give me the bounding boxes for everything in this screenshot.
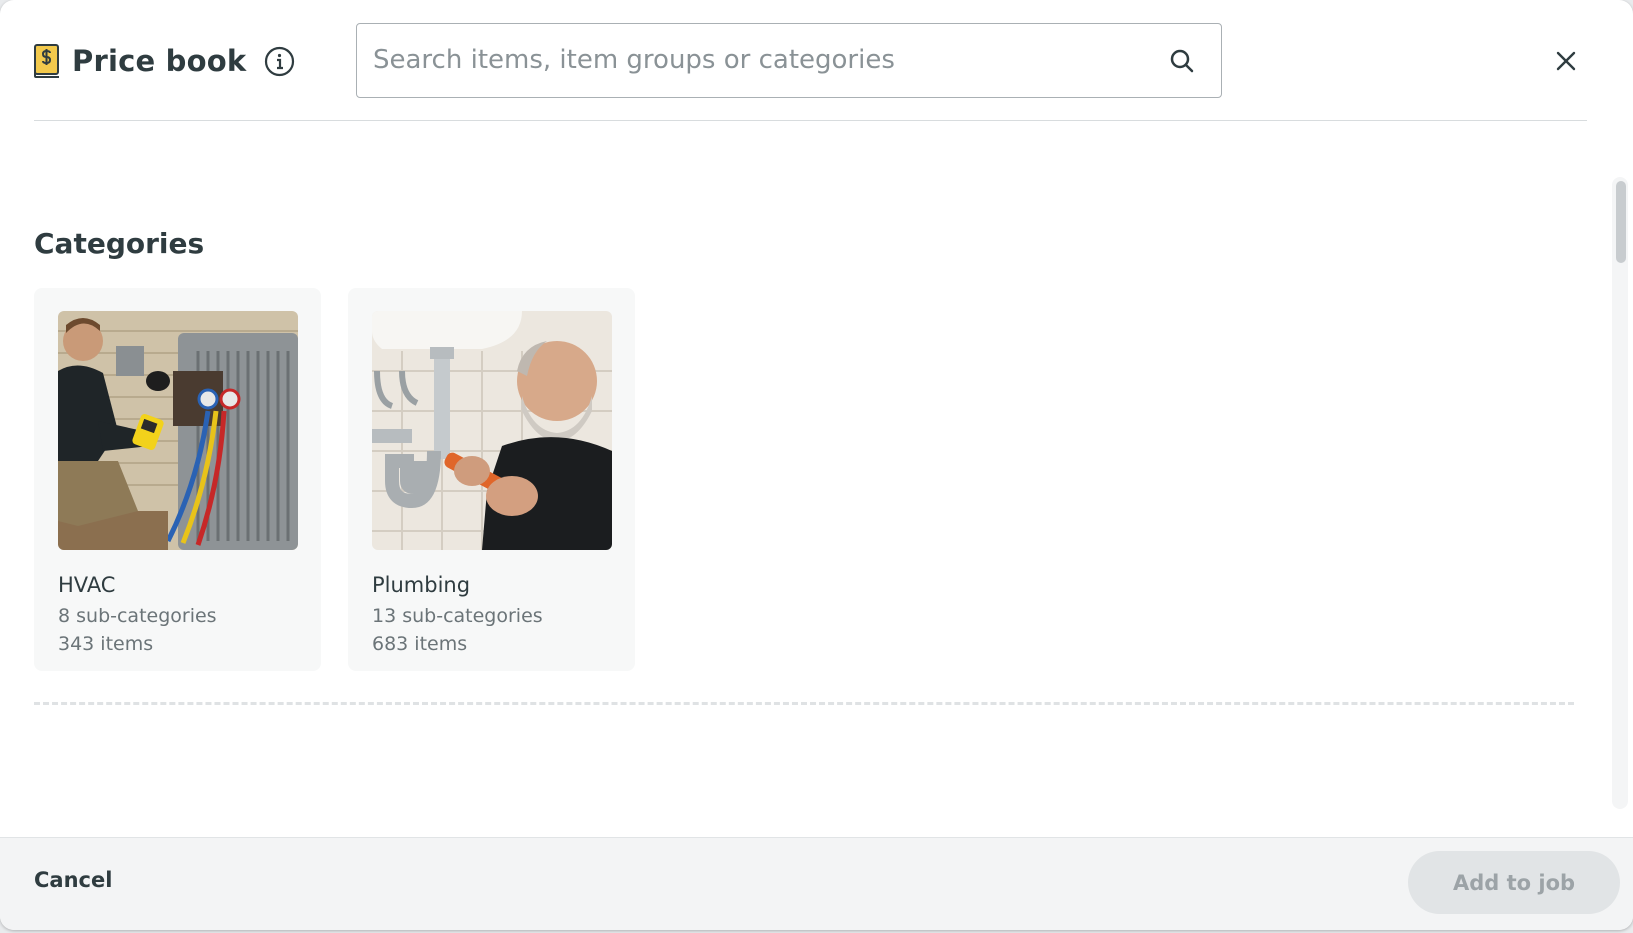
category-card-plumbing[interactable]: Plumbing 13 sub-categories 683 items (348, 288, 635, 671)
price-book-modal: Price book Categories (0, 0, 1633, 930)
add-to-job-button[interactable]: Add to job (1408, 851, 1620, 914)
info-icon[interactable] (264, 46, 295, 77)
search-box (356, 23, 1222, 98)
scrollbar-track[interactable] (1612, 177, 1628, 809)
page-title: Price book (72, 44, 247, 78)
price-book-icon (34, 44, 59, 78)
title-group: Price book (34, 40, 295, 82)
section-divider (34, 702, 1574, 705)
category-name: HVAC (58, 573, 116, 597)
section-title: Categories (34, 227, 205, 260)
category-subcategories: 13 sub-categories (372, 605, 543, 627)
scrollbar-thumb[interactable] (1616, 181, 1626, 263)
category-name: Plumbing (372, 573, 471, 597)
category-items: 683 items (372, 633, 468, 655)
modal-header: Price book (0, 0, 1633, 120)
hvac-technician-photo (58, 311, 298, 550)
search-input[interactable] (373, 24, 1153, 96)
category-list: HVAC 8 sub-categories 343 items Plumbing… (34, 288, 635, 671)
category-items: 343 items (58, 633, 154, 655)
modal-content: Categories HVAC 8 sub-categories 343 ite… (0, 121, 1633, 836)
category-subcategories: 8 sub-categories (58, 605, 217, 627)
plumber-photo (372, 311, 612, 550)
modal-footer: Cancel Add to job (0, 837, 1633, 930)
cancel-button[interactable]: Cancel (34, 868, 112, 892)
close-icon[interactable] (1553, 48, 1579, 74)
category-card-hvac[interactable]: HVAC 8 sub-categories 343 items (34, 288, 321, 671)
search-icon[interactable] (1169, 48, 1195, 74)
